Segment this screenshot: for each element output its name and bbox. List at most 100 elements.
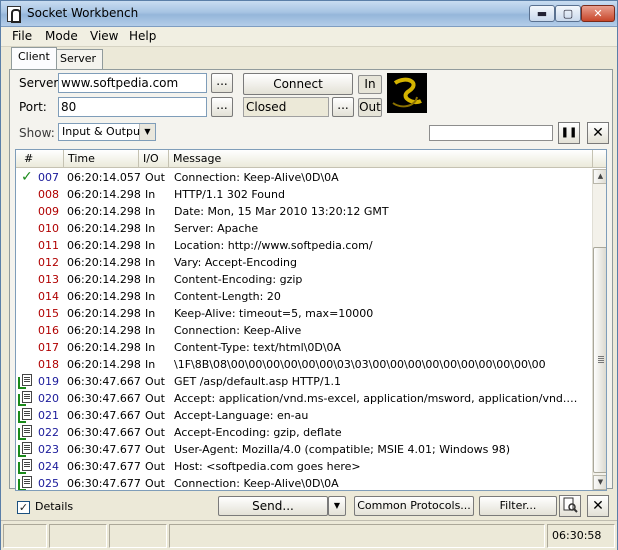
message-list[interactable]: # Time I/O Message ✓ 007 06:20:14.057 Out Co… [15,149,607,491]
server-input[interactable]: www.softpedia.com [58,73,207,93]
row-time: 06:20:14.298 [67,324,141,337]
row-message: Connection: Keep-Alive\0D\0A [174,477,339,490]
check-icon: ✓ [21,169,33,185]
row-number: 007 [38,171,59,184]
server-label: Server: [19,76,63,90]
table-row[interactable]: 016 06:20:14.298 In Connection: Keep-Alive [16,322,591,339]
row-number: 011 [38,239,59,252]
row-message: Connection: Keep-Alive [174,324,302,337]
close-button[interactable]: ✕ [581,5,615,22]
row-icon-empty [18,305,38,322]
table-row[interactable]: 022 06:30:47.667 Out Accept-Encoding: gzip,… [16,424,591,441]
table-row[interactable]: 009 06:20:14.298 In Date: Mon, 15 Mar 2010 … [16,203,591,220]
col-io[interactable]: I/O [139,150,169,168]
table-row[interactable]: 021 06:30:47.667 Out Accept-Language: en-au [16,407,591,424]
table-row[interactable]: 010 06:20:14.298 In Server: Apache [16,220,591,237]
maximize-button[interactable]: ▢ [555,5,581,22]
row-time: 06:30:47.677 [67,477,141,490]
filter-button[interactable]: Filter... [479,496,557,516]
table-row[interactable]: ✓ 007 06:20:14.057 Out Connection: Keep-Aliv… [16,169,591,186]
message-rows: ✓ 007 06:20:14.057 Out Connection: Keep-Aliv… [16,169,591,490]
connect-button[interactable]: Connect [243,73,353,95]
menu-file[interactable]: File [12,29,32,43]
clear-top-button[interactable]: ✕ [587,122,609,144]
col-time[interactable]: Time [64,150,139,168]
server-browse-button[interactable]: ... [211,73,233,93]
menu-mode[interactable]: Mode [45,29,78,43]
row-time: 06:20:14.298 [67,341,141,354]
row-number: 025 [38,477,59,490]
port-input[interactable]: 80 [58,97,207,117]
scroll-down-icon[interactable]: ▼ [593,475,606,490]
row-icon-empty [18,322,38,339]
table-row[interactable]: 023 06:30:47.677 Out User-Agent: Mozilla/4.… [16,441,591,458]
table-row[interactable]: 019 06:30:47.667 Out GET /asp/default.asp H… [16,373,591,390]
show-select[interactable]: Input & Output ▼ [58,123,156,141]
menu-view[interactable]: View [90,29,118,43]
row-number: 017 [38,341,59,354]
minimize-button[interactable]: ▬ [529,5,555,22]
table-row[interactable]: 025 06:30:47.677 Out Connection: Keep-Alive… [16,475,591,490]
row-number: 014 [38,290,59,303]
row-message: Location: http://www.softpedia.com/ [174,239,373,252]
find-button[interactable] [559,495,581,517]
send-button[interactable]: Send... [218,496,328,516]
row-time: 06:30:47.667 [67,392,141,405]
port-browse-button[interactable]: ... [211,97,233,117]
document-check-icon [18,407,38,424]
show-select-value: Input & Output [62,125,145,138]
common-protocols-button[interactable]: Common Protocols... [354,496,474,516]
row-number: 023 [38,443,59,456]
vertical-scrollbar[interactable]: ▲ ▼ [592,169,606,490]
status-browse-button[interactable]: ... [332,97,354,117]
status-panel-2 [49,524,107,548]
details-checkbox[interactable]: ✓ [17,501,30,514]
row-io: Out [145,375,165,388]
clear-bottom-button[interactable]: ✕ [587,495,609,517]
table-row[interactable]: 018 06:20:14.298 In \1F\8B\08\00\00\00\00\0… [16,356,591,373]
table-row[interactable]: 020 06:30:47.667 Out Accept: application/vn… [16,390,591,407]
row-number: 010 [38,222,59,235]
table-row[interactable]: 012 06:20:14.298 In Vary: Accept-Encoding [16,254,591,271]
col-number[interactable]: # [16,150,64,168]
table-row[interactable]: 014 06:20:14.298 In Content-Length: 20 [16,288,591,305]
row-message: Content-Type: text/html\0D\0A [174,341,342,354]
table-row[interactable]: 008 06:20:14.298 In HTTP/1.1 302 Found [16,186,591,203]
row-message: Accept-Encoding: gzip, deflate [174,426,342,439]
details-label: Details [35,500,74,513]
row-time: 06:20:14.298 [67,273,141,286]
row-number: 009 [38,205,59,218]
row-io: In [145,222,156,235]
scroll-thumb[interactable] [593,247,606,473]
table-row[interactable]: 011 06:20:14.298 In Location: http://www.so… [16,237,591,254]
row-number: 019 [38,375,59,388]
app-window: Socket Workbench ▬ ▢ ✕ File Mode View He… [0,0,618,550]
row-io: In [145,290,156,303]
table-row[interactable]: 024 06:30:47.677 Out Host: <softpedia.com g… [16,458,591,475]
title-bar[interactable]: Socket Workbench ▬ ▢ ✕ [1,1,617,27]
send-dropdown-chevron-down-icon[interactable]: ▼ [328,496,346,516]
row-time: 06:20:14.298 [67,358,141,371]
menu-bar: File Mode View Help [1,27,617,47]
table-row[interactable]: 017 06:20:14.298 In Content-Type: text/html… [16,339,591,356]
row-time: 06:30:47.667 [67,409,141,422]
row-time: 06:30:47.667 [67,426,141,439]
table-row[interactable]: 015 06:20:14.298 In Keep-Alive: timeout=5, … [16,305,591,322]
menu-help[interactable]: Help [129,29,156,43]
tab-server[interactable]: Server [53,49,104,69]
tab-client[interactable]: Client [11,47,57,69]
document-check-icon [18,441,38,458]
document-check-icon [18,458,38,475]
row-io: Out [145,171,165,184]
progress-bar [429,125,553,141]
col-message[interactable]: Message [169,150,593,168]
pause-button[interactable]: ❚❚ [558,122,580,144]
row-number: 015 [38,307,59,320]
document-check-icon [18,424,38,441]
app-logo [387,73,427,113]
table-row[interactable]: 013 06:20:14.298 In Content-Encoding: gzip [16,271,591,288]
row-number: 021 [38,409,59,422]
scroll-up-icon[interactable]: ▲ [593,169,606,184]
row-message: User-Agent: Mozilla/4.0 (compatible; MSI… [174,443,511,456]
row-time: 06:20:14.298 [67,290,141,303]
